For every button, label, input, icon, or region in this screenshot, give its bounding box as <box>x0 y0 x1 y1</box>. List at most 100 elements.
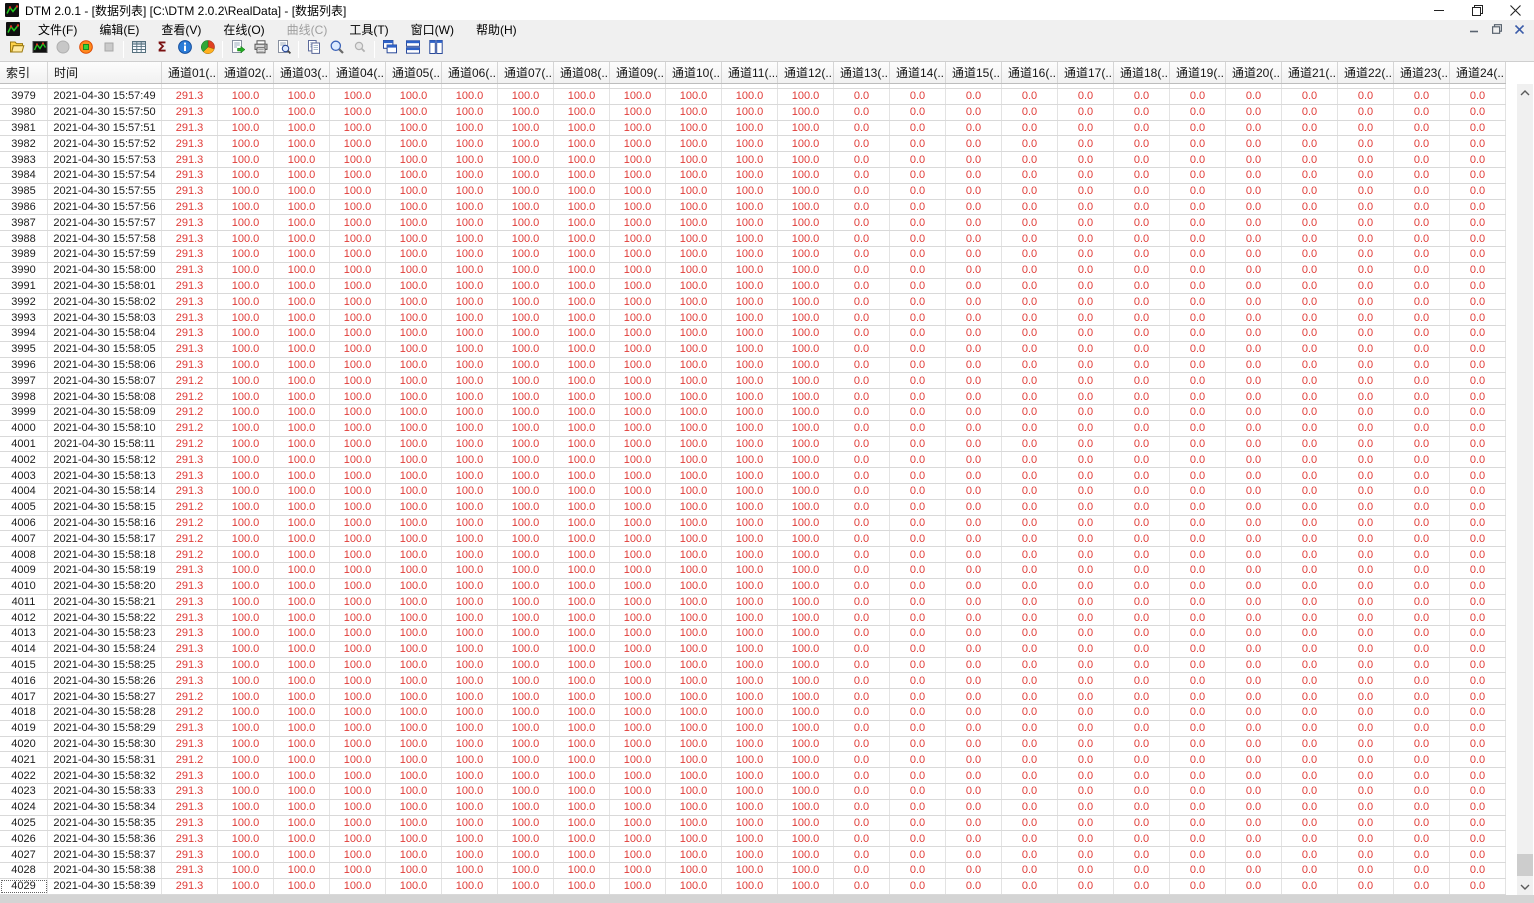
cell-channel-value[interactable]: 0.0 <box>1170 515 1226 531</box>
close-button[interactable] <box>1496 0 1534 20</box>
cell-channel-value[interactable]: 100.0 <box>554 657 610 673</box>
cell-channel-value[interactable]: 100.0 <box>666 373 722 389</box>
cell-time[interactable]: 2021-04-30 15:57:53 <box>48 152 162 167</box>
cell-channel-value[interactable]: 291.3 <box>162 199 218 215</box>
cell-channel-value[interactable]: 100.0 <box>442 878 498 894</box>
cell-channel-value[interactable]: 0.0 <box>1114 136 1170 152</box>
cell-channel-value[interactable]: 0.0 <box>1226 831 1282 847</box>
cell-channel-value[interactable]: 0.0 <box>1114 120 1170 136</box>
cell-channel-value[interactable]: 0.0 <box>1394 594 1450 610</box>
cell-channel-value[interactable]: 0.0 <box>834 610 890 626</box>
cell-channel-value[interactable]: 100.0 <box>722 231 778 246</box>
cell-channel-value[interactable]: 100.0 <box>778 104 834 120</box>
cell-channel-value[interactable]: 0.0 <box>1226 120 1282 136</box>
cell-channel-value[interactable]: 100.0 <box>610 720 666 736</box>
cell-channel-value[interactable]: 0.0 <box>1338 815 1394 831</box>
cell-channel-value[interactable]: 100.0 <box>610 547 666 562</box>
cell-channel-value[interactable]: 100.0 <box>330 468 386 483</box>
cell-channel-value[interactable]: 100.0 <box>218 246 274 262</box>
cell-channel-value[interactable]: 100.0 <box>498 231 554 246</box>
cell-channel-value[interactable]: 0.0 <box>1058 799 1114 815</box>
cell-channel-value[interactable]: 100.0 <box>218 515 274 531</box>
cell-time[interactable]: 2021-04-30 15:58:37 <box>48 847 162 863</box>
cell-channel-value[interactable]: 100.0 <box>498 610 554 626</box>
cell-channel-value[interactable]: 100.0 <box>498 562 554 578</box>
cell-index[interactable]: 3982 <box>0 136 48 152</box>
cell-channel-value[interactable]: 100.0 <box>610 357 666 373</box>
cell-channel-value[interactable]: 0.0 <box>1170 641 1226 657</box>
cell-channel-value[interactable]: 100.0 <box>778 799 834 815</box>
cell-channel-value[interactable]: 0.0 <box>1226 136 1282 152</box>
cell-channel-value[interactable]: 100.0 <box>722 104 778 120</box>
cell-channel-value[interactable]: 0.0 <box>1394 784 1450 799</box>
cell-channel-value[interactable]: 0.0 <box>1058 515 1114 531</box>
column-header-channel05[interactable]: 通道05(... <box>386 62 442 83</box>
cell-channel-value[interactable]: 100.0 <box>778 152 834 167</box>
cell-channel-value[interactable]: 100.0 <box>554 610 610 626</box>
cell-channel-value[interactable]: 0.0 <box>890 831 946 847</box>
cell-channel-value[interactable]: 100.0 <box>610 847 666 863</box>
cell-channel-value[interactable]: 0.0 <box>1394 373 1450 389</box>
cell-channel-value[interactable]: 0.0 <box>1170 373 1226 389</box>
cell-channel-value[interactable]: 0.0 <box>1450 531 1506 547</box>
cell-channel-value[interactable]: 100.0 <box>722 815 778 831</box>
cell-channel-value[interactable]: 0.0 <box>1394 120 1450 136</box>
cell-channel-value[interactable]: 0.0 <box>1226 452 1282 468</box>
cell-channel-value[interactable]: 0.0 <box>1282 752 1338 768</box>
cell-channel-value[interactable]: 100.0 <box>778 278 834 294</box>
cell-channel-value[interactable]: 100.0 <box>666 515 722 531</box>
cell-channel-value[interactable]: 100.0 <box>722 294 778 310</box>
cell-index[interactable]: 3979 <box>0 89 48 104</box>
cell-channel-value[interactable]: 0.0 <box>1450 152 1506 167</box>
cell-channel-value[interactable]: 100.0 <box>610 689 666 705</box>
cell-time[interactable]: 2021-04-30 15:58:05 <box>48 341 162 357</box>
cell-channel-value[interactable]: 0.0 <box>1394 389 1450 404</box>
cell-channel-value[interactable]: 100.0 <box>274 689 330 705</box>
cell-channel-value[interactable]: 100.0 <box>442 183 498 199</box>
cell-time[interactable]: 2021-04-30 15:58:01 <box>48 278 162 294</box>
cell-channel-value[interactable]: 0.0 <box>1170 199 1226 215</box>
cell-channel-value[interactable]: 100.0 <box>218 784 274 799</box>
cell-channel-value[interactable]: 100.0 <box>386 89 442 104</box>
cell-channel-value[interactable]: 0.0 <box>1058 736 1114 752</box>
cell-channel-value[interactable]: 100.0 <box>218 231 274 246</box>
cell-channel-value[interactable]: 0.0 <box>1002 831 1058 847</box>
cell-channel-value[interactable]: 0.0 <box>1450 357 1506 373</box>
cell-channel-value[interactable]: 100.0 <box>330 689 386 705</box>
cell-channel-value[interactable]: 100.0 <box>778 657 834 673</box>
cell-channel-value[interactable]: 0.0 <box>890 499 946 515</box>
cell-channel-value[interactable]: 0.0 <box>1282 246 1338 262</box>
cell-channel-value[interactable]: 0.0 <box>1282 104 1338 120</box>
cell-channel-value[interactable]: 100.0 <box>274 452 330 468</box>
cell-index[interactable]: 3983 <box>0 152 48 167</box>
cell-channel-value[interactable]: 0.0 <box>1170 752 1226 768</box>
column-header-channel17[interactable]: 通道17(... <box>1058 62 1114 83</box>
cell-channel-value[interactable]: 0.0 <box>1114 610 1170 626</box>
cell-channel-value[interactable]: 100.0 <box>498 641 554 657</box>
cell-channel-value[interactable]: 100.0 <box>274 578 330 594</box>
cell-channel-value[interactable]: 100.0 <box>442 246 498 262</box>
document-system-menu-icon[interactable] <box>6 21 21 37</box>
cell-channel-value[interactable]: 291.2 <box>162 531 218 547</box>
cell-channel-value[interactable]: 100.0 <box>442 278 498 294</box>
cell-channel-value[interactable]: 100.0 <box>386 531 442 547</box>
cell-channel-value[interactable]: 100.0 <box>610 768 666 784</box>
cell-channel-value[interactable]: 100.0 <box>330 705 386 720</box>
vertical-scrollbar[interactable] <box>1517 84 1533 895</box>
cell-channel-value[interactable]: 0.0 <box>1170 215 1226 231</box>
open-file-button[interactable] <box>5 39 28 61</box>
cell-channel-value[interactable]: 100.0 <box>218 278 274 294</box>
cell-channel-value[interactable]: 291.3 <box>162 831 218 847</box>
cell-index[interactable]: 3998 <box>0 389 48 404</box>
copy-button[interactable] <box>302 39 325 61</box>
cell-channel-value[interactable]: 0.0 <box>1002 246 1058 262</box>
cell-channel-value[interactable]: 0.0 <box>834 768 890 784</box>
cell-channel-value[interactable]: 0.0 <box>946 262 1002 278</box>
cell-channel-value[interactable]: 0.0 <box>1282 262 1338 278</box>
cell-channel-value[interactable]: 100.0 <box>666 784 722 799</box>
cell-channel-value[interactable]: 0.0 <box>1170 452 1226 468</box>
cell-channel-value[interactable]: 100.0 <box>498 278 554 294</box>
cell-channel-value[interactable]: 0.0 <box>1170 404 1226 420</box>
cell-channel-value[interactable]: 100.0 <box>330 515 386 531</box>
column-header-channel18[interactable]: 通道18(... <box>1114 62 1170 83</box>
